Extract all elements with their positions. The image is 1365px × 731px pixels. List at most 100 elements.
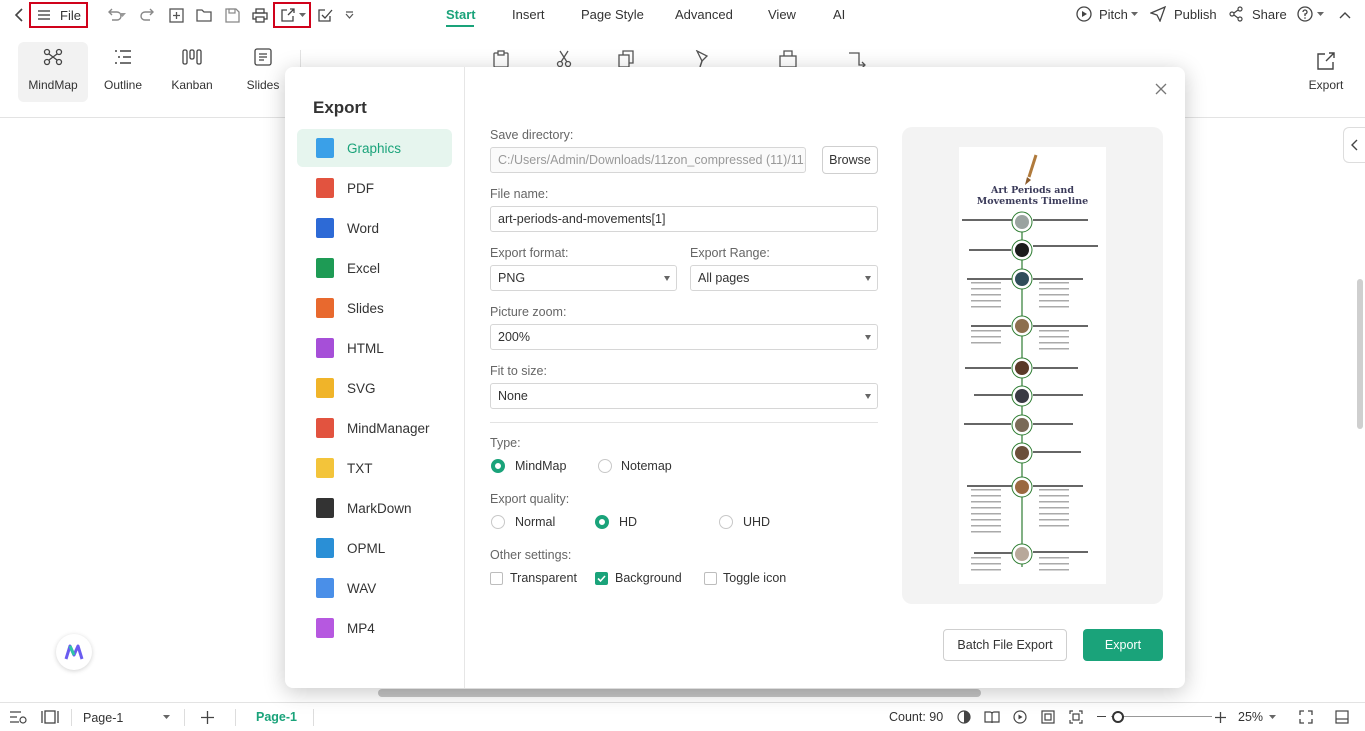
tab-start[interactable]: Start bbox=[446, 7, 476, 22]
page-select[interactable]: Page-1 bbox=[83, 709, 173, 727]
view-outline-button[interactable]: Outline bbox=[88, 42, 158, 102]
format-item-txt[interactable]: TXT bbox=[297, 449, 452, 487]
zoom-level-select[interactable]: 25% bbox=[1238, 710, 1277, 724]
zoom-in-icon[interactable] bbox=[1214, 710, 1226, 724]
zoom-slider-track[interactable] bbox=[1111, 716, 1212, 718]
more-dropdown-icon[interactable] bbox=[338, 4, 360, 26]
undo-dropdown-icon[interactable] bbox=[117, 4, 127, 26]
back-icon[interactable] bbox=[8, 4, 30, 26]
save-icon[interactable] bbox=[221, 4, 243, 26]
wav-icon bbox=[316, 578, 334, 598]
format-item-opml[interactable]: OPML bbox=[297, 529, 452, 567]
type-mindmap-label: MindMap bbox=[515, 459, 567, 473]
page-select-caret-icon bbox=[163, 715, 170, 720]
page-settings-icon[interactable] bbox=[8, 709, 28, 725]
format-item-pdf[interactable]: PDF bbox=[297, 169, 452, 207]
fullscreen-fit-icon[interactable] bbox=[1067, 709, 1085, 725]
new-file-icon[interactable] bbox=[165, 4, 187, 26]
export-format-list: Export Graphics PDF Word Excel Slides HTML SVG… bbox=[285, 67, 465, 688]
tab-ai[interactable]: AI bbox=[833, 7, 845, 22]
export-toolbar-button[interactable] bbox=[273, 2, 311, 28]
file-menu-button[interactable]: File bbox=[29, 2, 88, 28]
view-mindmap-button[interactable]: MindMap bbox=[18, 42, 88, 102]
fit-page-icon[interactable] bbox=[1039, 709, 1057, 725]
play-icon[interactable] bbox=[1011, 709, 1029, 725]
export-format-value: PNG bbox=[498, 271, 526, 285]
format-item-label: Excel bbox=[347, 260, 381, 276]
format-item-mindmanager[interactable]: MindManager bbox=[297, 409, 452, 447]
background-checkbox[interactable] bbox=[595, 572, 608, 585]
redo-icon[interactable] bbox=[137, 4, 159, 26]
format-item-mp4[interactable]: MP4 bbox=[297, 609, 452, 647]
view-mindmap-label: MindMap bbox=[28, 78, 78, 92]
toggle-icon-checkbox[interactable] bbox=[704, 572, 717, 585]
preview-image: Art Periods and Movements Timeline bbox=[959, 147, 1106, 584]
export-button[interactable]: Export bbox=[1083, 629, 1163, 661]
side-panel-toggle[interactable] bbox=[1343, 127, 1365, 163]
theme-icon[interactable] bbox=[955, 709, 973, 725]
export-dialog: Export Graphics PDF Word Excel Slides HTML SVG… bbox=[285, 67, 1185, 688]
help-button[interactable] bbox=[1297, 6, 1324, 22]
task-check-icon[interactable] bbox=[314, 4, 336, 26]
quality-normal-radio[interactable] bbox=[491, 515, 505, 529]
tab-advanced[interactable]: Advanced bbox=[675, 7, 733, 22]
help-icon bbox=[1297, 6, 1313, 22]
export-range-select[interactable]: All pages bbox=[690, 265, 878, 291]
transparent-checkbox[interactable] bbox=[490, 572, 503, 585]
open-folder-icon[interactable] bbox=[193, 4, 215, 26]
vertical-scrollbar[interactable] bbox=[1357, 279, 1363, 429]
tab-view[interactable]: View bbox=[768, 7, 796, 22]
share-button[interactable]: Share bbox=[1228, 6, 1287, 22]
pitch-button[interactable]: Pitch bbox=[1076, 6, 1138, 22]
close-icon[interactable] bbox=[1151, 79, 1171, 99]
collapse-up-icon[interactable] bbox=[1334, 4, 1356, 26]
export-range-caret-icon bbox=[865, 276, 871, 281]
format-item-slides[interactable]: Slides bbox=[297, 289, 452, 327]
format-item-excel[interactable]: Excel bbox=[297, 249, 452, 287]
view-kanban-button[interactable]: Kanban bbox=[157, 42, 227, 102]
tab-insert[interactable]: Insert bbox=[512, 7, 545, 22]
add-page-icon[interactable] bbox=[198, 709, 216, 725]
zoom-slider-handle[interactable] bbox=[1112, 711, 1124, 723]
format-item-word[interactable]: Word bbox=[297, 209, 452, 247]
zoom-out-icon[interactable] bbox=[1097, 716, 1106, 718]
export-preview-panel: Art Periods and Movements Timeline bbox=[902, 127, 1163, 604]
quality-uhd-radio[interactable] bbox=[719, 515, 733, 529]
horizontal-scrollbar[interactable] bbox=[378, 689, 981, 697]
export-format-label: Export format: bbox=[490, 246, 569, 260]
format-item-graphics[interactable]: Graphics bbox=[297, 129, 452, 167]
save-directory-label: Save directory: bbox=[490, 128, 574, 142]
ai-assistant-button[interactable] bbox=[56, 634, 92, 670]
fullscreen-icon[interactable] bbox=[1297, 709, 1315, 725]
type-mindmap-radio[interactable] bbox=[491, 459, 505, 473]
panel-layout-icon[interactable] bbox=[1333, 709, 1351, 725]
export-format-select[interactable]: PNG bbox=[490, 265, 677, 291]
status-divider bbox=[235, 709, 236, 726]
ribbon-export-button[interactable]: Export bbox=[1300, 50, 1352, 92]
quality-uhd-label: UHD bbox=[743, 515, 771, 529]
batch-file-export-button[interactable]: Batch File Export bbox=[943, 629, 1067, 661]
publish-label: Publish bbox=[1174, 6, 1217, 22]
quality-hd-radio[interactable] bbox=[595, 515, 609, 529]
print-icon[interactable] bbox=[249, 4, 271, 26]
zoom-level-value: 25% bbox=[1238, 710, 1264, 724]
ai-logo-icon bbox=[64, 643, 84, 661]
book-icon[interactable] bbox=[983, 709, 1001, 725]
format-item-wav[interactable]: WAV bbox=[297, 569, 452, 607]
type-notemap-radio[interactable] bbox=[598, 459, 612, 473]
publish-button[interactable]: Publish bbox=[1150, 6, 1217, 22]
picture-zoom-select[interactable]: 200% bbox=[490, 324, 878, 350]
save-directory-field[interactable]: C:/Users/Admin/Downloads/11zon_compresse… bbox=[490, 147, 806, 173]
file-name-input[interactable]: art-periods-and-movements[1] bbox=[490, 206, 878, 232]
format-item-html[interactable]: HTML bbox=[297, 329, 452, 367]
format-item-markdown[interactable]: MarkDown bbox=[297, 489, 452, 527]
browse-button[interactable]: Browse bbox=[822, 146, 878, 174]
picture-zoom-label: Picture zoom: bbox=[490, 305, 567, 319]
format-item-svg[interactable]: SVG bbox=[297, 369, 452, 407]
page-panel-icon[interactable] bbox=[40, 709, 60, 725]
format-item-label: TXT bbox=[347, 460, 373, 476]
tab-page-style[interactable]: Page Style bbox=[581, 7, 644, 22]
page-tab-active[interactable]: Page-1 bbox=[256, 710, 297, 724]
fit-to-size-select[interactable]: None bbox=[490, 383, 878, 409]
file-name-label: File name: bbox=[490, 187, 549, 201]
